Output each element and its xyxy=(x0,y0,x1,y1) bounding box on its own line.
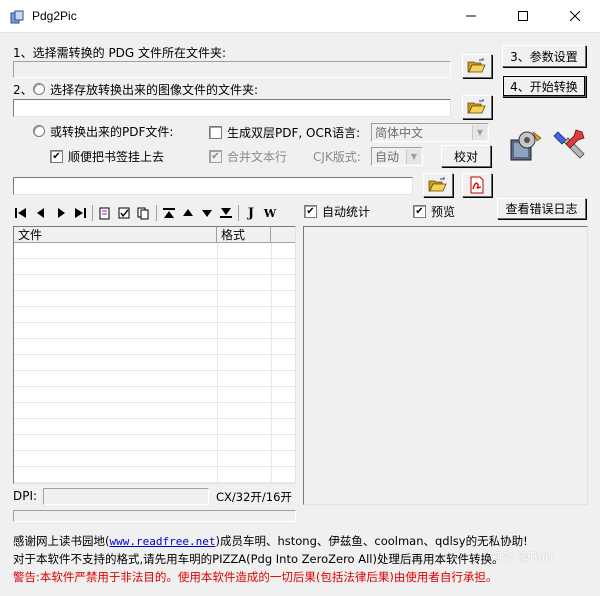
auto-stats-label: 自动统计 xyxy=(322,205,371,219)
browse-image-folder-button[interactable] xyxy=(462,95,492,119)
start-convert-button[interactable]: 4、开始转换 xyxy=(502,75,586,97)
title-bar: Pdg2Pic xyxy=(0,0,600,33)
open-pdf-button[interactable] xyxy=(462,173,492,197)
maximize-button[interactable] xyxy=(500,0,546,32)
move-top-icon[interactable] xyxy=(162,206,176,220)
view-error-log-button[interactable]: 查看错误日志 xyxy=(497,198,586,219)
move-up-icon[interactable] xyxy=(181,206,195,220)
chevron-down-icon: ▼ xyxy=(472,125,487,140)
column-header-extra xyxy=(271,227,295,243)
legal-warning: 警告:本软件严禁用于非法目的。使用本软件造成的一切后果(包括法律后果)由使用者自… xyxy=(13,570,498,584)
auto-stats-checkbox[interactable]: ✔ xyxy=(304,205,317,218)
browse-pdg-folder-button[interactable] xyxy=(462,54,492,78)
pdf-output-radio[interactable] xyxy=(33,125,45,137)
pdf-file-icon xyxy=(470,176,484,194)
move-down-icon[interactable] xyxy=(200,206,214,220)
preview-panel xyxy=(303,226,588,505)
step2-label: 选择存放转换出来的图像文件的文件夹: xyxy=(50,83,259,97)
close-icon xyxy=(570,11,580,21)
app-icon xyxy=(10,10,24,24)
dpi-value-field xyxy=(43,488,209,505)
step1-label: 1、选择需转换的 PDG 文件所在文件夹: xyxy=(13,46,227,60)
ocr-language-select[interactable]: 简体中文 ▼ xyxy=(371,123,489,142)
window-title: Pdg2Pic xyxy=(32,9,77,23)
cjk-layout-value: 自动 xyxy=(375,150,400,164)
pizza-note: 对于本软件不支持的格式,请先用车明的PIZZA(Pdg Into ZeroZer… xyxy=(13,552,504,566)
browse-pdf-path-button[interactable] xyxy=(423,173,453,197)
credits-line: 感谢网上读书园地(www.readfree.net)成员车明、hstong、伊兹… xyxy=(13,533,528,549)
next-page-icon[interactable] xyxy=(54,206,68,220)
pdf-output-label: 或转换出来的PDF文件: xyxy=(50,125,174,139)
minimize-button[interactable] xyxy=(448,0,494,32)
bookmark-label: 顺便把书签挂上去 xyxy=(68,150,165,164)
check-icon[interactable] xyxy=(117,206,131,220)
file-list-rows xyxy=(14,243,295,483)
page-edit-icon[interactable] xyxy=(98,206,112,220)
double-layer-checkbox[interactable] xyxy=(209,126,222,139)
toolbar-divider xyxy=(156,205,157,221)
merge-lines-checkbox[interactable]: ✔ xyxy=(209,150,222,163)
image-folder-input[interactable] xyxy=(13,99,451,117)
ocr-language-value: 简体中文 xyxy=(375,126,424,140)
image-folder-radio[interactable] xyxy=(33,83,45,95)
toolbar-divider xyxy=(92,205,93,221)
cjk-layout-select[interactable]: 自动 ▼ xyxy=(371,147,423,166)
prev-page-icon[interactable] xyxy=(34,206,48,220)
credits-suffix: )成员车明、hstong、伊兹鱼、coolman、qdlsy的无私协助! xyxy=(215,534,528,548)
toolbar-divider xyxy=(238,205,239,221)
move-bottom-icon[interactable] xyxy=(219,206,233,220)
open-folder-icon xyxy=(467,58,486,73)
double-layer-label: 生成双层PDF, OCR语言: xyxy=(227,126,361,140)
word-icon[interactable]: W xyxy=(263,206,277,220)
minimize-icon xyxy=(466,15,476,17)
column-header-file[interactable]: 文件 xyxy=(14,227,217,243)
dpi-label: DPI: xyxy=(13,489,38,503)
justify-icon[interactable]: J xyxy=(244,206,258,221)
readfree-link[interactable]: www.readfree.net xyxy=(110,535,216,548)
first-page-icon[interactable] xyxy=(14,206,28,220)
pdf-path-input[interactable] xyxy=(13,177,413,195)
gear-box-icon[interactable] xyxy=(505,128,545,164)
pdg-folder-input[interactable] xyxy=(13,61,451,78)
params-button[interactable]: 3、参数设置 xyxy=(502,45,586,67)
copy-page-icon[interactable] xyxy=(136,206,150,220)
proofread-button[interactable]: 校对 xyxy=(441,145,491,167)
progress-bar xyxy=(13,510,296,522)
merge-lines-label: 合并文本行 xyxy=(227,150,288,164)
file-list[interactable]: 文件 格式 xyxy=(13,226,296,484)
maximize-icon xyxy=(518,11,528,21)
wrench-screwdriver-icon[interactable] xyxy=(552,126,588,162)
cjk-layout-label: CJK版式: xyxy=(313,150,361,164)
credits-prefix: 感谢网上读书园地( xyxy=(13,534,110,548)
preview-label: 预览 xyxy=(431,205,456,219)
open-folder-icon xyxy=(428,177,447,192)
preview-checkbox[interactable]: ✔ xyxy=(413,205,426,218)
step2-prefix: 2、 xyxy=(13,83,33,97)
close-button[interactable] xyxy=(552,0,598,32)
page-format-info: CX/32开/16开 xyxy=(216,490,292,504)
chevron-down-icon: ▼ xyxy=(406,149,421,164)
bookmark-checkbox[interactable]: ✔ xyxy=(50,150,63,163)
last-page-icon[interactable] xyxy=(73,206,87,220)
column-header-format[interactable]: 格式 xyxy=(217,227,271,243)
open-folder-icon xyxy=(467,99,486,114)
